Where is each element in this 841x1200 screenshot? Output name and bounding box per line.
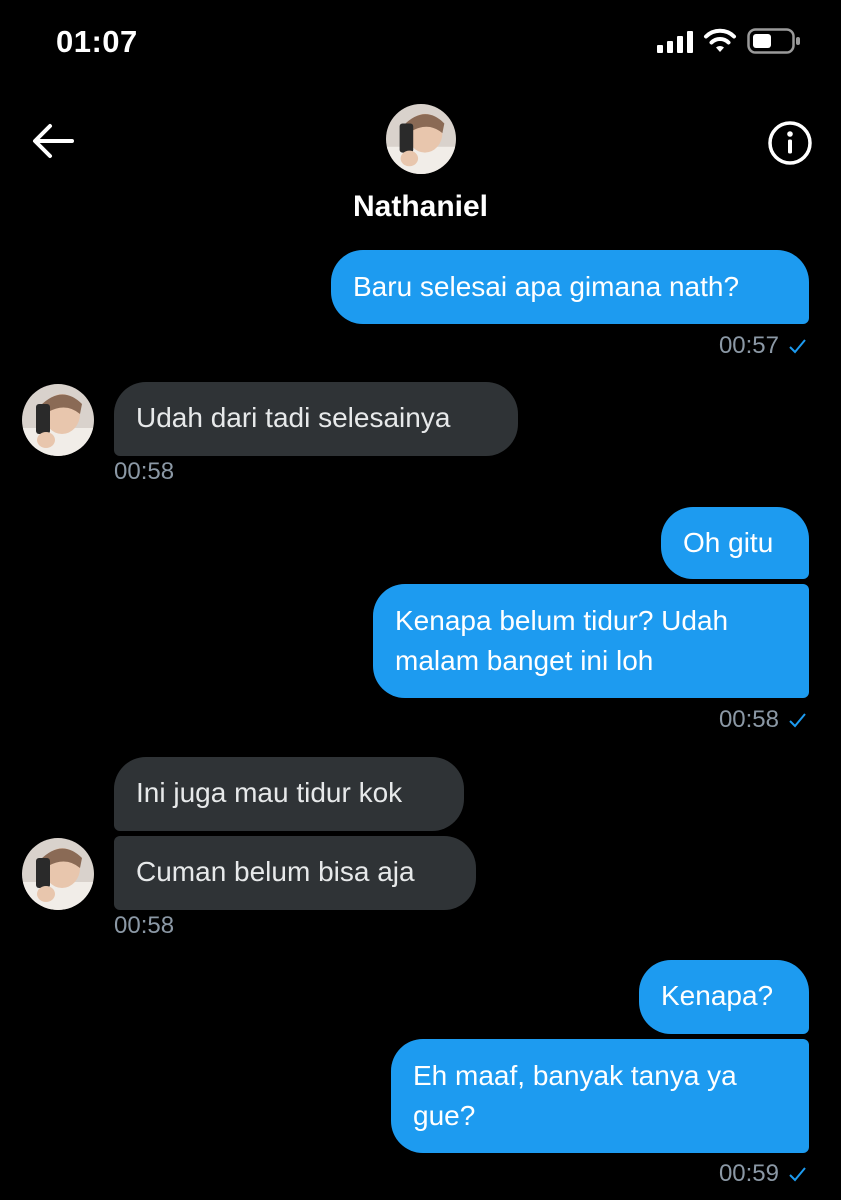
status-icons <box>657 28 801 54</box>
message-bubble-sent[interactable]: Baru selesai apa gimana nath? <box>331 250 809 324</box>
avatar-photo-icon <box>22 384 94 456</box>
sent-check-icon <box>789 339 806 354</box>
battery-icon <box>747 28 800 54</box>
message-text-line: Eh maaf, banyak tanya ya <box>413 1060 737 1091</box>
message-bubble-received[interactable]: Cuman belum bisa aja <box>114 836 476 910</box>
message-text: Udah dari tadi selesainya <box>136 402 451 433</box>
message-bubble-sent[interactable]: Oh gitu <box>661 507 809 579</box>
message-bubble-received[interactable]: Ini juga mau tidur kok <box>114 757 464 831</box>
message-text-line: gue? <box>413 1100 476 1131</box>
contact-avatar[interactable] <box>386 104 456 174</box>
sent-check-icon <box>789 713 806 728</box>
timestamp-text: 00:57 <box>718 332 779 359</box>
message-bubble-sent[interactable]: Kenapa belum tidur? Udah malam banget in… <box>373 584 809 698</box>
message-timestamp: 00:59 <box>719 1160 807 1188</box>
sent-check-icon <box>789 1167 806 1182</box>
message-text: Kenapa? <box>661 980 774 1011</box>
arrow-left-icon <box>33 124 74 158</box>
sender-avatar[interactable] <box>22 838 94 910</box>
avatar-photo-icon <box>22 838 94 910</box>
timestamp-text: 00:58 <box>114 912 175 939</box>
message-timestamp: 00:57 <box>719 332 807 360</box>
info-icon <box>768 121 812 165</box>
back-button[interactable] <box>28 118 78 164</box>
message-bubble-received[interactable]: Udah dari tadi selesainya <box>114 382 518 456</box>
avatar-photo-icon <box>386 104 456 174</box>
conversation-info-button[interactable] <box>767 120 813 166</box>
message-timestamp: 00:58 <box>114 912 174 940</box>
message-text-line: malam banget ini loh <box>395 645 654 676</box>
dm-conversation-screen: 01:07 Nathaniel Baru selesai apa gimana … <box>0 0 841 1200</box>
cellular-signal-icon <box>657 29 693 53</box>
message-text: Cuman belum bisa aja <box>136 856 415 887</box>
wifi-icon <box>704 28 736 52</box>
message-text: Oh gitu <box>683 527 774 558</box>
sender-avatar[interactable] <box>22 384 94 456</box>
timestamp-text: 00:58 <box>114 458 175 485</box>
status-time: 01:07 <box>56 24 138 59</box>
timestamp-text: 00:59 <box>718 1160 779 1187</box>
message-bubble-sent[interactable]: Eh maaf, banyak tanya ya gue? <box>391 1039 809 1153</box>
message-timestamp: 00:58 <box>114 458 174 486</box>
message-timestamp: 00:58 <box>719 706 807 734</box>
contact-name[interactable]: Nathaniel <box>0 190 841 224</box>
message-text-line: Kenapa belum tidur? Udah <box>395 605 729 636</box>
message-text: Ini juga mau tidur kok <box>136 777 403 808</box>
message-bubble-sent[interactable]: Kenapa? <box>639 960 809 1034</box>
message-text: Baru selesai apa gimana nath? <box>353 271 740 302</box>
timestamp-text: 00:58 <box>718 706 779 733</box>
